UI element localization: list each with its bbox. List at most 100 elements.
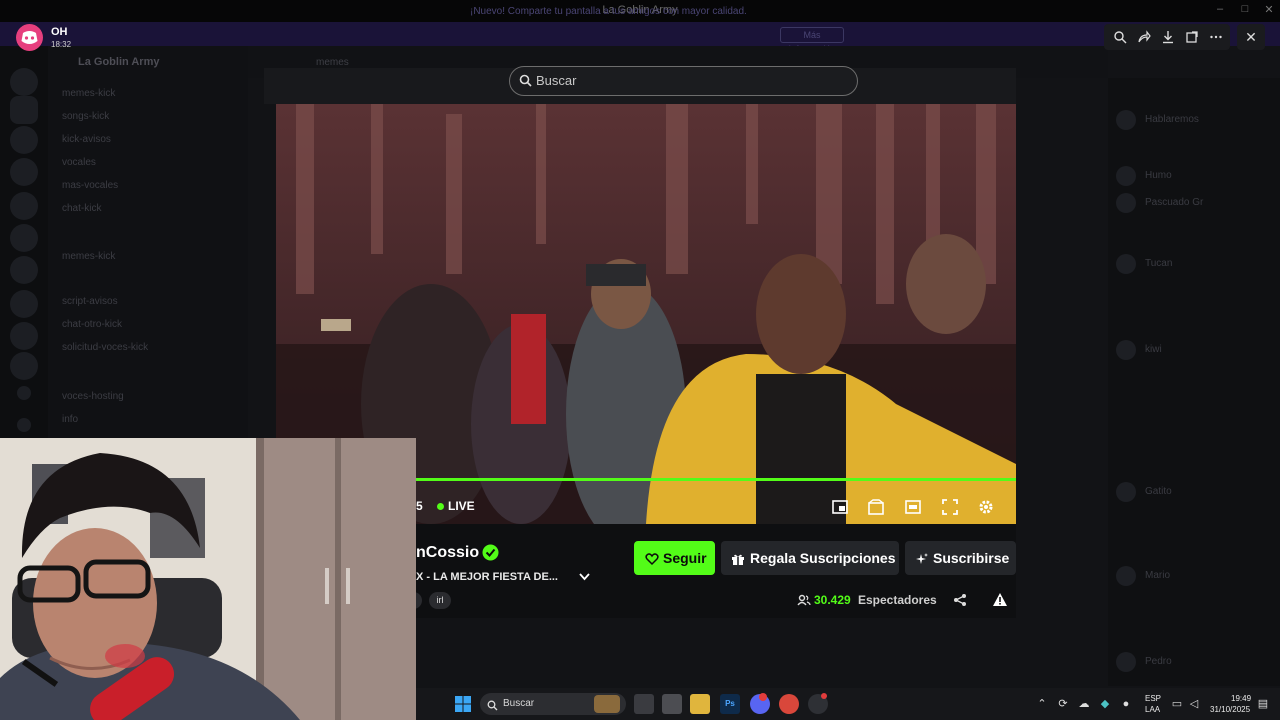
viewer-count: 30.429 (814, 593, 851, 607)
member-name[interactable]: Pascuado Gr (1145, 197, 1203, 208)
channel-item[interactable]: chat-otro-kick (62, 319, 122, 330)
viewers-icon (797, 593, 811, 607)
language-indicator[interactable]: ESP (1145, 694, 1161, 703)
viewer-count-partial: 5 (416, 499, 423, 513)
member-name[interactable]: Pedro (1145, 656, 1172, 667)
live-label: LIVE (448, 499, 475, 513)
open-external-icon[interactable] (1185, 30, 1199, 44)
clock-date[interactable]: 31/10/2025 (1210, 705, 1250, 714)
avatar (1116, 110, 1136, 130)
task-view-icon[interactable] (634, 694, 654, 714)
server-icon[interactable] (10, 192, 38, 220)
channel-name[interactable]: nCossio (416, 544, 479, 562)
sync-icon[interactable]: ⟳ (1056, 697, 1070, 711)
download-icon[interactable] (1161, 30, 1175, 44)
webcam-scene (0, 438, 416, 720)
cloud-icon[interactable]: ☁ (1077, 697, 1091, 711)
member-name[interactable]: Humo (1145, 170, 1172, 181)
server-icon[interactable] (10, 322, 38, 350)
tag-chip[interactable]: irl (429, 592, 451, 609)
avatar (1116, 566, 1136, 586)
gift-subs-label: Regala Suscripciones (750, 550, 896, 566)
member-name[interactable]: Hablaremos (1145, 114, 1199, 125)
window-close-icon[interactable]: ✕ (1262, 3, 1276, 17)
gift-subs-button[interactable]: Regala Suscripciones (721, 541, 899, 575)
avatar (1116, 254, 1136, 274)
notice-button[interactable]: Más Información (780, 27, 844, 54)
explore-icon[interactable] (17, 418, 31, 432)
live-indicator (437, 503, 444, 510)
member-name[interactable]: Gatito (1145, 486, 1172, 497)
fullscreen-icon[interactable] (941, 498, 959, 516)
server-icon[interactable] (10, 158, 38, 186)
gift-icon (731, 541, 745, 575)
channel-item[interactable]: solicitud-voces-kick (62, 342, 148, 353)
webcam-feed (0, 438, 416, 720)
member-name[interactable]: kiwi (1145, 344, 1162, 355)
add-server-icon[interactable] (17, 386, 31, 400)
server-icon[interactable] (10, 68, 38, 96)
server-icon[interactable] (10, 352, 38, 380)
notification-time: 18:32 (51, 40, 72, 49)
follow-button[interactable]: Seguir (634, 541, 715, 575)
subscribe-button[interactable]: Suscribirse (905, 541, 1016, 575)
volume-icon[interactable]: ◁ (1187, 697, 1201, 711)
more-icon[interactable] (1209, 30, 1223, 44)
server-icon[interactable] (10, 290, 38, 318)
clock-time[interactable]: 19:49 (1231, 694, 1251, 703)
channel-item[interactable]: voces-hosting (62, 391, 124, 402)
report-warning-icon[interactable] (992, 592, 1008, 607)
settings-gear-icon[interactable] (977, 498, 995, 516)
viewer-label: Espectadores (858, 593, 937, 607)
search-icon (519, 74, 532, 87)
channel-item[interactable]: songs-kick (62, 111, 109, 122)
channel-item[interactable]: info (62, 414, 78, 425)
maximize-icon[interactable]: □ (1238, 3, 1252, 17)
channel-item[interactable]: chat-kick (62, 203, 101, 214)
cinema-icon[interactable] (904, 498, 922, 516)
taskbar-search-icon (487, 698, 498, 711)
chrome-icon[interactable] (779, 694, 799, 714)
sparkle-icon (915, 541, 929, 575)
photoshop-icon[interactable]: Ps (720, 694, 740, 714)
server-icon[interactable] (10, 96, 38, 124)
channel-item[interactable]: memes-kick (62, 251, 115, 262)
channel-item[interactable]: script-avisos (62, 296, 118, 307)
search-placeholder: Buscar (536, 73, 577, 88)
stream-title: X - LA MEJOR FIESTA DE... (416, 571, 558, 583)
server-name[interactable]: La Goblin Army (78, 56, 160, 68)
notification-badge (759, 693, 767, 701)
share-icon[interactable] (953, 593, 967, 607)
monitor-icon[interactable]: ▭ (1170, 697, 1184, 711)
notice-text: ¡Nuevo! Comparte tu pantalla a tus amigo… (470, 6, 747, 17)
shield-icon[interactable]: ◆ (1098, 697, 1112, 711)
notifications-bell-icon[interactable]: ▤ (1256, 697, 1270, 711)
mini-player-icon[interactable] (831, 498, 849, 516)
channel-item[interactable]: vocales (62, 157, 96, 168)
member-name[interactable]: Tucan (1145, 258, 1172, 269)
discord-logo-icon (16, 24, 43, 51)
app-icon[interactable] (662, 694, 682, 714)
channel-item[interactable]: mas-vocales (62, 180, 118, 191)
chevron-up-icon[interactable]: ⌃ (1035, 697, 1049, 711)
member-name[interactable]: Mario (1145, 570, 1170, 581)
viewer-close-icon[interactable]: ✕ (1237, 24, 1265, 50)
heart-icon (645, 541, 659, 575)
avatar (1116, 652, 1136, 672)
verified-badge-icon (482, 544, 499, 561)
zoom-icon[interactable] (1113, 30, 1127, 44)
server-icon[interactable] (10, 224, 38, 252)
minimize-icon[interactable]: – (1213, 3, 1227, 17)
keyboard-layout-indicator[interactable]: LAA (1145, 705, 1160, 714)
server-icon[interactable] (10, 126, 38, 154)
notice-bar (0, 22, 1280, 46)
windows-start-icon[interactable] (455, 696, 471, 712)
file-explorer-icon[interactable] (690, 694, 710, 714)
chevron-down-icon[interactable] (578, 570, 591, 583)
channel-item[interactable]: kick-avisos (62, 134, 111, 145)
forward-icon[interactable] (1137, 30, 1151, 44)
server-icon[interactable] (10, 256, 38, 284)
theater-mode-icon[interactable] (867, 498, 885, 516)
microphone-icon[interactable]: ● (1119, 697, 1133, 711)
channel-item[interactable]: memes-kick (62, 88, 115, 99)
